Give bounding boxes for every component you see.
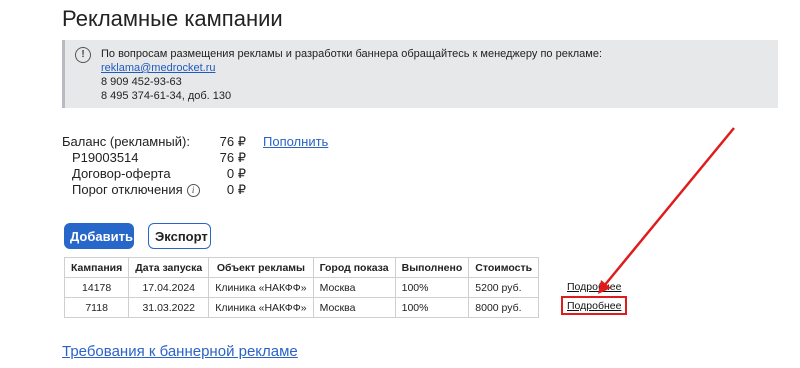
- column-header: Город показа: [312, 257, 396, 278]
- add-button[interactable]: Добавить: [64, 223, 134, 249]
- account-number-value: 76 ₽: [219, 150, 246, 165]
- notice-text: По вопросам размещения рекламы и разрабо…: [101, 47, 602, 103]
- export-button[interactable]: Экспорт: [148, 223, 211, 249]
- column-header: Стоимость: [468, 257, 540, 278]
- city: Москва: [312, 277, 396, 298]
- campaign-id: 14178: [63, 277, 130, 298]
- page-title: Рекламные кампании: [62, 6, 283, 31]
- cost: 5200 руб.: [468, 277, 540, 298]
- balance-value: 76 ₽: [219, 134, 246, 149]
- manager-phone-2: 8 495 374-61-34, доб. 130: [101, 90, 232, 102]
- campaigns-table: Кампания Дата запуска Объект рекламы Гор…: [63, 257, 540, 318]
- manager-email-link[interactable]: reklama@medrocket.ru: [101, 62, 215, 74]
- contract-offer-label: Договор-оферта: [72, 166, 171, 181]
- ad-object: Клиника «НАКФФ»: [208, 277, 314, 298]
- column-header: Объект рекламы: [208, 257, 314, 278]
- completion: 100%: [394, 297, 470, 318]
- account-number-label: P19003514: [72, 150, 139, 165]
- launch-date: 31.03.2022: [128, 297, 210, 318]
- notice-line: По вопросам размещения рекламы и разрабо…: [101, 48, 603, 60]
- table-row: 14178 17.04.2024 Клиника «НАКФФ» Москва …: [63, 277, 540, 298]
- highlight-box: [561, 296, 627, 315]
- column-header: Кампания: [63, 257, 130, 278]
- manager-notice: ! По вопросам размещения рекламы и разра…: [62, 40, 778, 108]
- topup-link[interactable]: Пополнить: [263, 134, 328, 149]
- threshold-label: Порог отключения: [72, 182, 183, 197]
- exclamation-icon: !: [75, 47, 91, 63]
- table-header-row: Кампания Дата запуска Объект рекламы Гор…: [63, 257, 540, 278]
- column-header: Выполнено: [394, 257, 470, 278]
- manager-phone-1: 8 909 452-93-63: [101, 76, 182, 88]
- column-header: Дата запуска: [128, 257, 210, 278]
- info-icon[interactable]: i: [186, 184, 200, 198]
- table-row: 7118 31.03.2022 Клиника «НАКФФ» Москва 1…: [63, 297, 540, 318]
- threshold-value: 0 ₽: [226, 182, 246, 197]
- details-link[interactable]: Подробнее: [567, 281, 621, 293]
- balance-label: Баланс (рекламный):: [62, 134, 190, 149]
- city: Москва: [312, 297, 396, 318]
- campaign-id: 7118: [63, 297, 130, 318]
- cost: 8000 руб.: [468, 297, 540, 318]
- launch-date: 17.04.2024: [128, 277, 210, 298]
- ad-object: Клиника «НАКФФ»: [208, 297, 314, 318]
- completion: 100%: [394, 277, 470, 298]
- banner-requirements-link[interactable]: Требования к баннерной рекламе: [62, 343, 298, 360]
- contract-offer-value: 0 ₽: [226, 166, 246, 181]
- threshold-row: Порог отключения i: [72, 182, 200, 198]
